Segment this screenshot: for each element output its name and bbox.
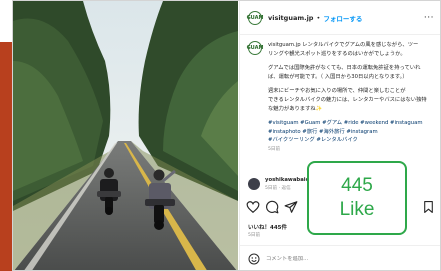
caption-line: 週末にビーチやお気に入りの場所で、仲間と楽しむことが [268,88,406,95]
caption-line: ば、運転が可能です。（ 入国日から30日以内となります。） [268,73,408,80]
comment-item: yoshikawabaion 5日前 · 返信 [248,177,313,191]
overlay-like-count: 445 [341,175,373,196]
caption-avatar[interactable]: GUAM [247,41,263,55]
caption-line: visitguam.jp レンタルバイクでグアムの風を感じながら、ツー [268,42,419,48]
post-caption: GUAM visitguam.jp レンタルバイクでグアムの風を感じながら、ツー… [240,35,440,152]
caption-line: グアムでは国際免許がなくても、日本の運転免許証を持っていれ [268,65,421,72]
commenter-avatar[interactable] [248,178,260,190]
bookmark-icon[interactable] [422,200,435,214]
commenter-username[interactable]: yoshikawabaion [265,177,313,183]
hashtag-line[interactable]: #visitguam #Guam #グアム #ride #weekend #in… [268,119,434,128]
motorcycle-road-photo [13,1,238,270]
overlay-like-label: Like [339,199,375,220]
smile-icon[interactable] [248,253,260,265]
send-icon[interactable] [284,200,298,214]
account-username[interactable]: visitguam.jp [268,14,313,22]
hashtag-line[interactable]: #バイクツーリング #レンタルバイク [268,136,434,145]
caption-timestamp: 5日前 [268,146,281,152]
caption-line: できるレンタルバイクの魅力には、レンタカーやバスにはない独特 [268,96,427,103]
post-header: GUAM visitguam.jp • フォローする ··· [240,1,440,35]
account-avatar[interactable]: GUAM [247,10,263,25]
follow-button[interactable]: フォローする [323,13,362,23]
caption-line: リングや観光スポット巡りをするのはいかがでしょうか。 [268,50,406,57]
hashtag-line[interactable]: #instaphoto #旅行 #海外旅行 #instagram [268,128,434,137]
add-comment-input[interactable] [266,256,386,262]
post-photo[interactable] [13,1,238,270]
like-count[interactable]: いいね！445件 [248,223,287,231]
comment-meta: 5日前 · 返信 [265,186,291,191]
more-options-icon[interactable]: ··· [424,13,434,23]
heart-icon[interactable] [246,200,260,214]
caption-line: な魅力がありますね✨ [268,105,323,112]
add-comment-bar [240,245,440,270]
like-count-overlay[interactable]: 445 Like [307,161,407,235]
comment-icon[interactable] [265,200,279,214]
post-date: 5日前 [248,233,261,238]
header-separator: • [316,13,321,22]
